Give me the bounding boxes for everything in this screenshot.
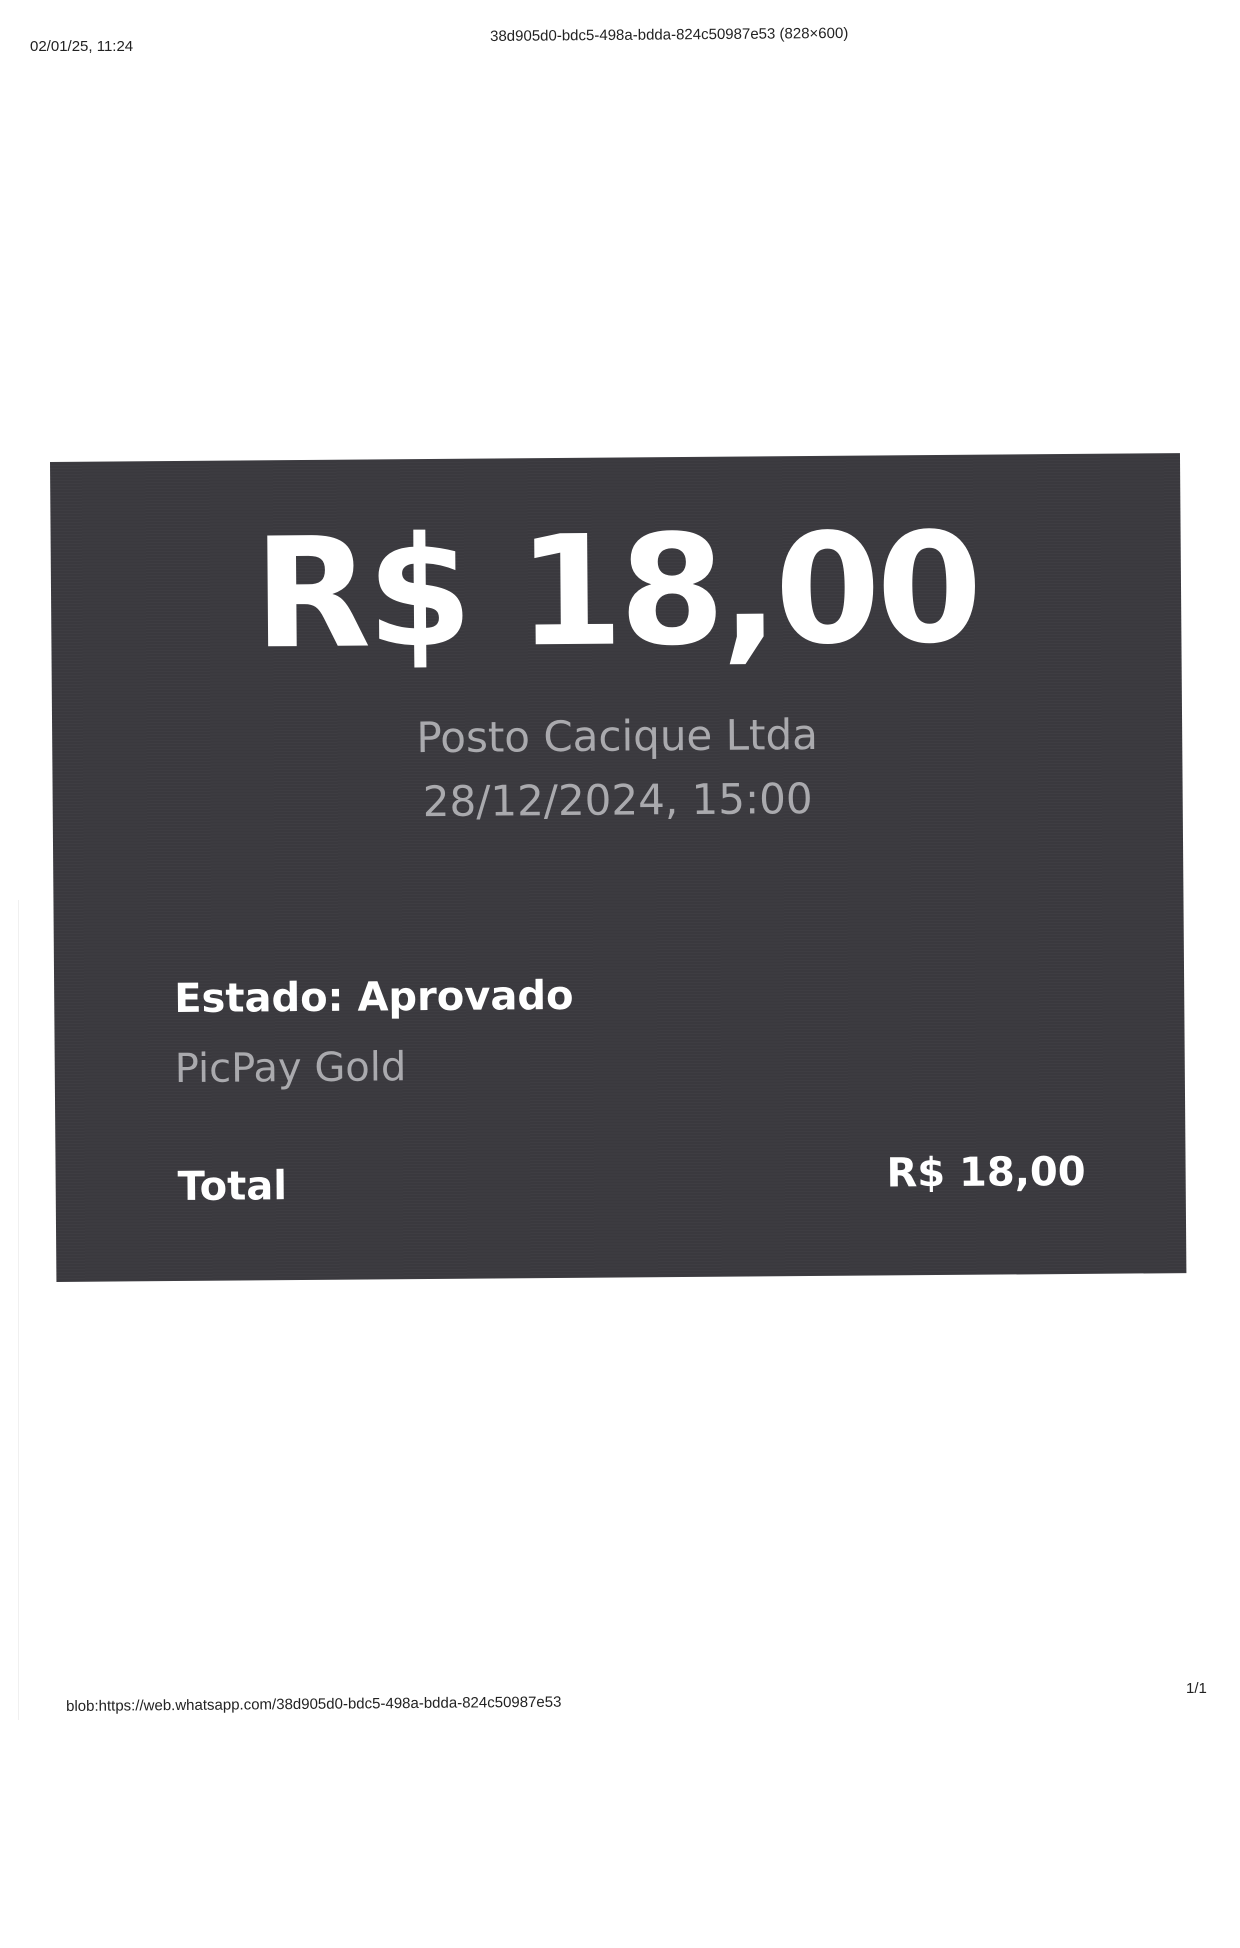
total-value: R$ 18,00 — [886, 1148, 1086, 1197]
merchant-name: Posto Cacique Ltda — [416, 709, 819, 763]
receipt-card: R$ 18,00 Posto Cacique Ltda 28/12/2024, … — [50, 453, 1187, 1282]
print-page-number: 1/1 — [1186, 1680, 1207, 1697]
print-datetime: 02/01/25, 11:24 — [30, 38, 134, 55]
card-name: PicPay Gold — [174, 1044, 407, 1093]
transaction-datetime: 28/12/2024, 15:00 — [422, 774, 813, 827]
payment-amount: R$ 18,00 — [253, 499, 979, 683]
scan-edge-line — [18, 900, 19, 1720]
total-label: Total — [177, 1163, 288, 1211]
print-title: 38d905d0-bdc5-498a-bdda-824c50987e53 (82… — [490, 24, 849, 45]
print-footer-url: blob:https://web.whatsapp.com/38d905d0-b… — [66, 1693, 562, 1715]
transaction-status: Estado: Aprovado — [174, 972, 574, 1023]
